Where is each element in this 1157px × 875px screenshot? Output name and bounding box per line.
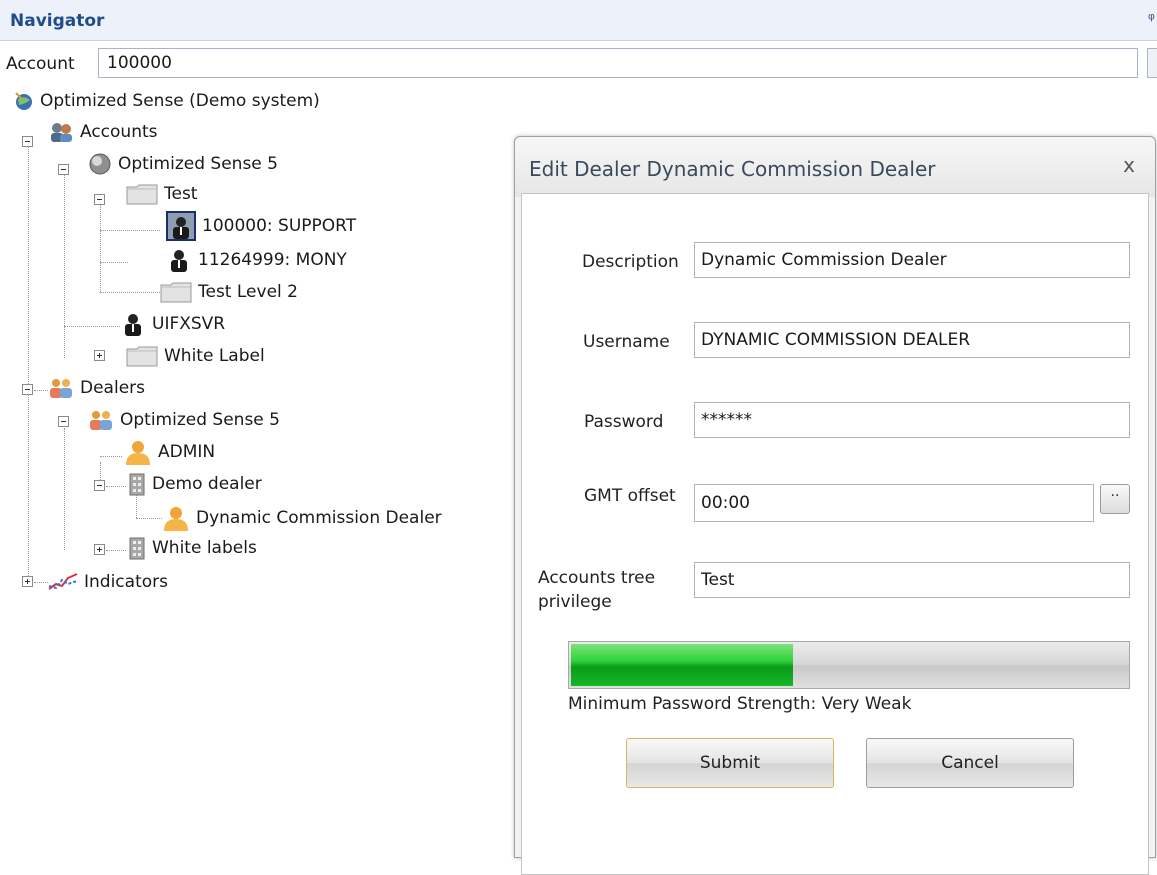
- pin-icon[interactable]: ᵠ: [1148, 10, 1155, 30]
- tree-accounts[interactable]: Accounts: [48, 118, 158, 146]
- dialog-title: Edit Dealer Dynamic Commission Dealer: [529, 157, 936, 181]
- account-label: Account: [6, 54, 75, 74]
- gmt-offset-label: GMT offset: [584, 486, 676, 506]
- tree-account-2[interactable]: 11264999: MONY: [166, 246, 347, 274]
- tree-dyn-dealer[interactable]: Dynamic Commission Dealer: [162, 504, 442, 532]
- tree-root-label: Optimized Sense (Demo system): [40, 91, 320, 111]
- tree-dealers-server[interactable]: Optimized Sense 5: [88, 406, 280, 434]
- tree-accounts-server[interactable]: Optimized Sense 5: [88, 150, 278, 178]
- white-label-expand-toggle[interactable]: [94, 350, 105, 361]
- password-input[interactable]: [694, 402, 1130, 438]
- tree-test-group-label: Test: [164, 184, 198, 204]
- tree-demo-dealer-label: Demo dealer: [152, 474, 262, 494]
- description-label: Description: [582, 252, 679, 272]
- description-input[interactable]: [694, 242, 1130, 278]
- accounts-collapse-toggle[interactable]: [22, 136, 33, 147]
- test-group-collapse-toggle[interactable]: [94, 194, 105, 205]
- tree-account-1[interactable]: 100000: SUPPORT: [166, 211, 357, 241]
- username-label: Username: [583, 332, 670, 352]
- tree-dealers-label: Dealers: [80, 378, 145, 398]
- folder-icon: [126, 345, 158, 367]
- folder-icon: [160, 281, 192, 303]
- gmt-offset-input[interactable]: [694, 484, 1094, 522]
- tree-accounts-server-label: Optimized Sense 5: [118, 154, 278, 174]
- dealers-collapse-toggle[interactable]: [22, 384, 33, 395]
- tree-white-labels-label: White labels: [152, 538, 257, 558]
- globe-network-icon: [14, 91, 34, 111]
- building-icon: [128, 536, 146, 560]
- tree-uifxsvr[interactable]: UIFXSVR: [120, 310, 225, 338]
- dealer-user-icon: [162, 505, 190, 531]
- dealer-user-icon: [124, 439, 152, 465]
- tree-test-level2[interactable]: Test Level 2: [160, 278, 298, 306]
- account-input[interactable]: [98, 48, 1138, 78]
- tree-account-2-label: 11264999: MONY: [198, 250, 347, 270]
- demo-dealer-collapse-toggle[interactable]: [94, 480, 105, 491]
- account-bar: Account: [0, 48, 1157, 82]
- indicator-chart-icon: [48, 572, 78, 592]
- accounts-server-collapse-toggle[interactable]: [58, 164, 69, 175]
- cancel-button[interactable]: Cancel: [866, 738, 1074, 788]
- tree-account-1-label: 100000: SUPPORT: [202, 216, 357, 236]
- dialog-titlebar[interactable]: Edit Dealer Dynamic Commission Dealer x: [515, 137, 1155, 197]
- users-group-icon: [48, 121, 74, 143]
- tree-root[interactable]: Optimized Sense (Demo system): [14, 87, 320, 115]
- password-strength-text: Minimum Password Strength: Very Weak: [568, 694, 912, 714]
- tree-white-label[interactable]: White Label: [126, 342, 265, 370]
- tree-dealers-server-label: Optimized Sense 5: [120, 410, 280, 430]
- tree-demo-dealer[interactable]: Demo dealer: [128, 470, 262, 498]
- tree-indicators-label: Indicators: [84, 572, 168, 592]
- navigator-title: Navigator: [10, 11, 105, 31]
- tree-white-labels[interactable]: White labels: [128, 534, 257, 562]
- tree-admin[interactable]: ADMIN: [124, 438, 215, 466]
- tree-privilege-label-line1: Accounts tree: [538, 568, 656, 588]
- tree-test-group[interactable]: Test: [126, 180, 197, 208]
- dealers-server-collapse-toggle[interactable]: [58, 416, 69, 427]
- dealers-group-icon: [48, 377, 74, 399]
- password-label: Password: [584, 412, 664, 432]
- white-labels-expand-toggle[interactable]: [94, 544, 105, 555]
- close-icon[interactable]: x: [1123, 153, 1135, 177]
- tree-dyn-dealer-label: Dynamic Commission Dealer: [196, 508, 442, 528]
- user-account-icon: [166, 247, 192, 273]
- gmt-picker-button[interactable]: ··: [1100, 484, 1130, 514]
- tree-dealers[interactable]: Dealers: [48, 374, 145, 402]
- dealers-group-icon: [88, 409, 114, 431]
- account-dropdown-button[interactable]: [1147, 48, 1157, 78]
- navigator-header: Navigator ᵠ: [0, 0, 1157, 41]
- tree-privilege-input[interactable]: [694, 562, 1130, 598]
- building-icon: [128, 472, 146, 496]
- tree-admin-label: ADMIN: [158, 442, 216, 462]
- folder-icon: [126, 183, 158, 205]
- submit-button[interactable]: Submit: [626, 738, 834, 788]
- password-strength-fill: [571, 644, 794, 686]
- server-globe-icon: [88, 152, 112, 176]
- tree-privilege-label-line2: privilege: [538, 592, 612, 612]
- user-account-icon: [166, 211, 196, 241]
- tree-accounts-label: Accounts: [80, 122, 158, 142]
- tree-uifxsvr-label: UIFXSVR: [152, 314, 226, 334]
- username-input[interactable]: [694, 322, 1130, 358]
- tree-indicators[interactable]: Indicators: [48, 568, 168, 596]
- indicators-expand-toggle[interactable]: [22, 576, 33, 587]
- tree-white-label-label: White Label: [164, 346, 265, 366]
- tree-test-level2-label: Test Level 2: [198, 282, 298, 302]
- user-account-icon: [120, 311, 146, 337]
- password-strength-bar: [568, 641, 1130, 689]
